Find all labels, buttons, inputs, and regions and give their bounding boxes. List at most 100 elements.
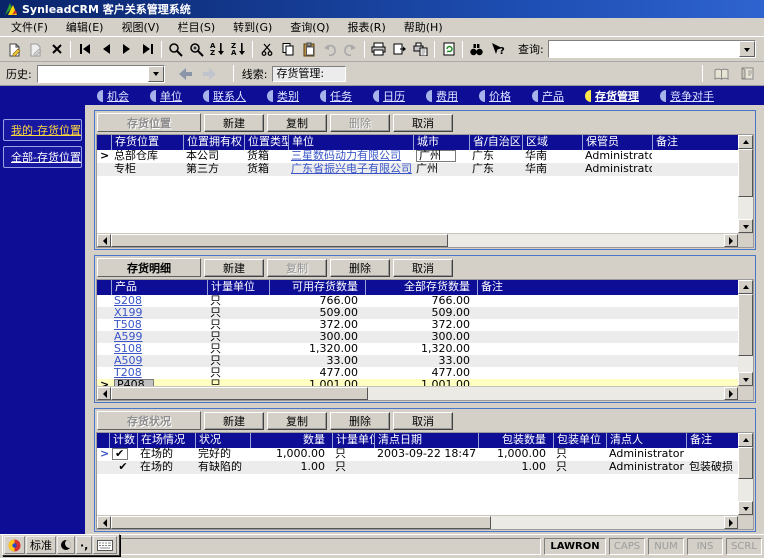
scrollbar-thumb[interactable] <box>111 234 449 247</box>
filter-search-icon[interactable] <box>186 39 207 59</box>
tab-competitor[interactable]: 竞争对手 <box>660 88 714 104</box>
ime-fullwidth-moon-icon[interactable] <box>57 536 75 554</box>
menu-report[interactable]: 报表(R) <box>339 17 395 37</box>
table-row[interactable]: ✔ 在场的 有缺陷的 1.00 只 1.00 只 Administrator 包… <box>97 461 738 474</box>
redo-icon[interactable] <box>340 39 361 59</box>
product-link[interactable]: X199 <box>111 307 207 319</box>
scrollbar-thumb[interactable] <box>738 294 753 357</box>
vertical-scrollbar[interactable] <box>738 433 753 515</box>
scroll-up-button[interactable] <box>738 280 753 294</box>
horizontal-scrollbar[interactable] <box>97 516 738 529</box>
menu-help[interactable]: 帮助(H) <box>395 17 452 37</box>
print-icon[interactable] <box>368 39 389 59</box>
locations-new-button[interactable]: 新建 <box>204 113 264 132</box>
product-link[interactable]: A599 <box>111 331 207 343</box>
paste-icon[interactable] <box>298 39 319 59</box>
table-row[interactable]: A599 只 300.00 300.00 <box>97 331 738 343</box>
scrollbar-track[interactable] <box>738 149 753 219</box>
tab-task[interactable]: 任务 <box>320 88 352 104</box>
tab-calendar[interactable]: 日历 <box>373 88 405 104</box>
column-header[interactable]: 产品 <box>111 280 207 295</box>
scrollbar-track[interactable] <box>111 234 724 247</box>
column-header[interactable]: 位置类型 <box>244 135 288 150</box>
ime-punctuation-button[interactable]: ·, <box>76 536 93 554</box>
query-dropdown-button[interactable] <box>739 41 755 57</box>
table-row[interactable]: T508 只 372.00 372.00 <box>97 319 738 331</box>
next-record-icon[interactable] <box>116 39 137 59</box>
table-row[interactable]: S108 只 1,320.00 1,320.00 <box>97 343 738 355</box>
scroll-right-button[interactable] <box>724 516 738 529</box>
search-icon[interactable] <box>165 39 186 59</box>
tab-expense[interactable]: 费用 <box>426 88 458 104</box>
menu-query[interactable]: 查询(Q) <box>281 17 338 37</box>
history-dropdown-button[interactable] <box>147 65 164 82</box>
column-header[interactable]: 在场情况 <box>137 433 195 448</box>
column-header[interactable]: 可用存货数量 <box>269 280 365 295</box>
scroll-left-button[interactable] <box>97 234 111 247</box>
scrollbar-track[interactable] <box>738 447 753 501</box>
sidebar-item-all-locations[interactable]: 全部-存货位置 <box>3 146 82 168</box>
delete-record-icon[interactable] <box>46 39 67 59</box>
scroll-right-button[interactable] <box>724 387 738 400</box>
unit-link[interactable]: 三星数码动力有限公司 <box>288 150 413 163</box>
conditions-cancel-button[interactable]: 取消 <box>393 411 453 430</box>
column-header[interactable]: 省/自治区 <box>469 135 522 150</box>
scroll-right-button[interactable] <box>724 234 738 247</box>
tab-product[interactable]: 产品 <box>532 88 564 104</box>
menu-view[interactable]: 视图(V) <box>112 17 168 37</box>
locations-delete-button[interactable]: 删除 <box>330 113 390 132</box>
scrollbar-track[interactable] <box>738 294 753 372</box>
locations-copy-button[interactable]: 复制 <box>267 113 327 132</box>
inline-editor[interactable]: P408 <box>114 379 154 386</box>
column-header[interactable]: 保管员 <box>582 135 652 150</box>
scrollbar-thumb[interactable] <box>738 447 753 480</box>
table-row[interactable]: S208 只 766.00 766.00 <box>97 295 738 307</box>
query-combobox-value[interactable] <box>549 41 739 57</box>
column-header[interactable]: 区域 <box>522 135 582 150</box>
forward-arrow-icon[interactable] <box>200 67 225 80</box>
column-header[interactable]: 备注 <box>477 280 738 295</box>
menu-edit[interactable]: 编辑(E) <box>57 17 113 37</box>
scrollbar-thumb[interactable] <box>111 387 369 400</box>
details-cancel-button[interactable]: 取消 <box>393 258 453 277</box>
column-header[interactable]: 包装数量 <box>478 433 553 448</box>
product-link[interactable]: A509 <box>111 355 207 367</box>
query-combobox[interactable] <box>547 40 756 58</box>
product-link[interactable]: T208 <box>111 367 207 379</box>
back-arrow-icon[interactable] <box>170 67 195 80</box>
prev-record-icon[interactable] <box>95 39 116 59</box>
details-new-button[interactable]: 新建 <box>204 258 264 277</box>
new-record-icon[interactable] <box>4 39 25 59</box>
column-header[interactable]: 备注 <box>686 433 738 448</box>
table-row[interactable]: > 总部仓库 本公司 货箱 三星数码动力有限公司 广州 广东 华南 Admini… <box>97 150 738 163</box>
column-header[interactable]: 计数 <box>109 433 137 448</box>
sidebar-item-my-locations[interactable]: 我的-存货位置 <box>3 119 82 141</box>
last-record-icon[interactable] <box>137 39 158 59</box>
horizontal-scrollbar[interactable] <box>97 387 738 400</box>
inline-editor[interactable]: ✔ <box>112 448 128 460</box>
scrollbar-track[interactable] <box>111 387 724 400</box>
column-header[interactable]: 清点日期 <box>374 433 478 448</box>
tab-contact[interactable]: 联系人 <box>203 88 246 104</box>
column-header[interactable]: 计量单位 <box>332 433 374 448</box>
export-icon[interactable] <box>389 39 410 59</box>
column-header[interactable]: 包装单位 <box>553 433 606 448</box>
menu-goto[interactable]: 转到(G) <box>224 17 281 37</box>
context-help-icon[interactable]: ? <box>487 39 508 59</box>
table-row[interactable]: 专柜 第三方 货箱 广东省振兴电子有限公司 广州 广东 华南 Administr… <box>97 163 738 176</box>
sort-descending-icon[interactable]: ZA <box>228 39 249 59</box>
scrollbar-thumb[interactable] <box>111 516 492 529</box>
unit-link[interactable]: 广东省振兴电子有限公司 <box>288 163 413 176</box>
cut-icon[interactable] <box>256 39 277 59</box>
conditions-delete-button[interactable]: 删除 <box>330 411 390 430</box>
product-link[interactable]: T508 <box>111 319 207 331</box>
tab-opportunity[interactable]: 机会 <box>97 88 129 104</box>
ime-logo-icon[interactable] <box>4 536 25 554</box>
column-header[interactable]: 城市 <box>413 135 469 150</box>
details-copy-button[interactable]: 复制 <box>267 258 327 277</box>
undo-icon[interactable] <box>319 39 340 59</box>
history-combobox-value[interactable] <box>38 66 148 82</box>
vertical-scrollbar[interactable] <box>738 135 753 233</box>
menu-columns[interactable]: 栏目(S) <box>169 17 225 37</box>
scroll-left-button[interactable] <box>97 516 111 529</box>
